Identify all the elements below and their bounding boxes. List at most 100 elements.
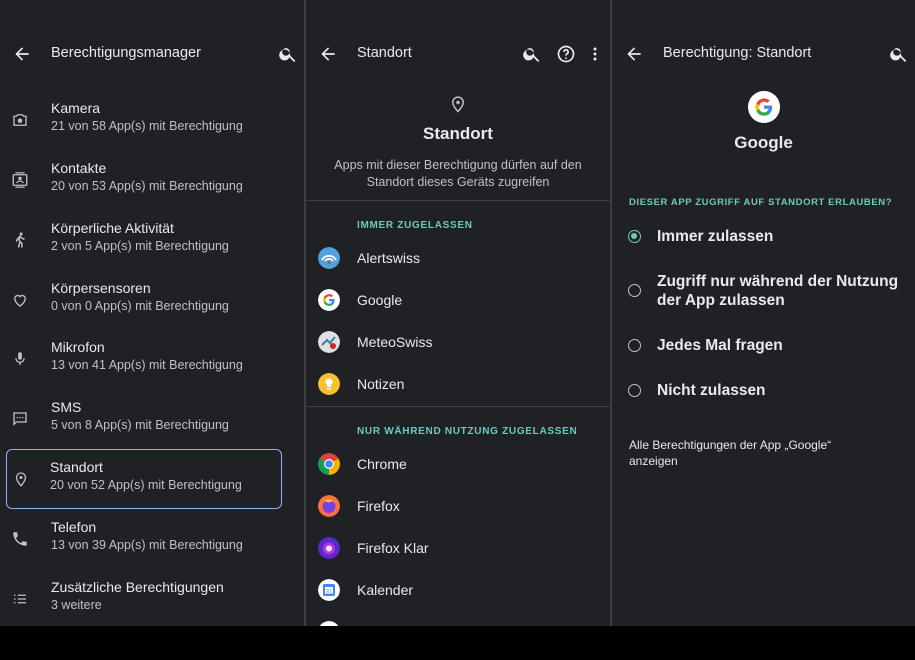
back-arrow-icon[interactable] xyxy=(624,44,644,64)
permission-count: 5 von 8 App(s) mit Berechtigung xyxy=(51,418,229,432)
permission-count: 20 von 52 App(s) mit Berechtigung xyxy=(50,478,242,492)
page-title: Berechtigungsmanager xyxy=(51,45,201,61)
app-row-firefox-klar[interactable]: Firefox Klar xyxy=(306,528,610,568)
permission-title: Körpersensoren xyxy=(51,280,151,296)
app-name: Chrome xyxy=(357,456,407,472)
radio-option-ask-every-time[interactable]: Jedes Mal fragen xyxy=(612,336,915,358)
list-icon xyxy=(14,594,26,604)
firefox-focus-icon xyxy=(318,537,340,559)
permission-item-microphone[interactable]: Mikrofon 13 von 41 App(s) mit Berechtigu… xyxy=(6,330,282,390)
permission-title: Telefon xyxy=(51,519,97,535)
google-icon xyxy=(748,91,780,123)
app-location-permission-panel: Berechtigung: Standort Google DIESER APP… xyxy=(612,0,915,626)
permission-count: 20 von 53 App(s) mit Berechtigung xyxy=(51,179,243,193)
heart-icon xyxy=(14,294,26,307)
phone-icon xyxy=(13,532,27,546)
app-row-alertswiss[interactable]: Alertswiss xyxy=(306,238,610,278)
permission-item-contacts[interactable]: Kontakte 20 von 53 App(s) mit Berechtigu… xyxy=(6,151,282,211)
permission-heading: Standort xyxy=(423,124,493,143)
meteoswiss-icon xyxy=(318,331,340,353)
permission-count: 13 von 41 App(s) mit Berechtigung xyxy=(51,358,243,372)
divider xyxy=(306,406,610,407)
radio-label: Nicht zulassen xyxy=(657,382,766,399)
permission-item-camera[interactable]: Kamera 21 von 58 App(s) mit Berechtigung xyxy=(6,91,282,151)
radio-button[interactable] xyxy=(628,284,641,297)
app-row-meteoswiss[interactable]: MeteoSwiss xyxy=(306,322,610,362)
app-name: Alertswiss xyxy=(357,250,421,266)
camera-icon xyxy=(13,114,27,126)
radio-button-checked[interactable] xyxy=(628,230,641,243)
alertswiss-icon xyxy=(318,247,340,269)
radio-button[interactable] xyxy=(628,384,641,397)
microphone-icon xyxy=(15,352,25,365)
app-row-partial[interactable] xyxy=(306,612,610,626)
permission-item-additional[interactable]: Zusätzliche Berechtigungen 3 weitere xyxy=(6,570,282,626)
radio-label: Jedes Mal fragen xyxy=(657,337,783,354)
help-icon[interactable] xyxy=(556,44,576,64)
search-icon[interactable] xyxy=(522,44,542,64)
page-title: Berechtigung: Standort xyxy=(663,45,812,61)
app-name: Firefox Klar xyxy=(357,540,429,556)
permission-item-sms[interactable]: SMS 5 von 8 App(s) mit Berechtigung xyxy=(6,390,282,450)
permission-count: 3 weitere xyxy=(51,598,102,612)
search-icon[interactable] xyxy=(278,44,298,64)
section-header: DIESER APP ZUGRIFF AUF STANDORT ERLAUBEN… xyxy=(629,197,893,208)
permission-count: 0 von 0 App(s) mit Berechtigung xyxy=(51,299,229,313)
radio-label: Zugriff nur während der Nutzung der App … xyxy=(657,273,899,309)
location-icon xyxy=(15,472,27,487)
permission-title: Mikrofon xyxy=(51,339,105,355)
permission-manager-panel: Berechtigungsmanager Kamera 21 von 58 Ap… xyxy=(0,0,304,626)
sms-icon xyxy=(13,412,27,426)
permission-title: SMS xyxy=(51,399,82,415)
app-name: MeteoSwiss xyxy=(357,334,433,350)
walking-icon xyxy=(15,232,25,248)
permission-title: Körperliche Aktivität xyxy=(51,220,174,236)
radio-option-always[interactable]: Immer zulassen xyxy=(612,226,915,248)
search-icon[interactable] xyxy=(889,44,909,64)
app-row-notizen[interactable]: Notizen xyxy=(306,364,610,404)
permission-title: Kontakte xyxy=(51,160,107,176)
notes-icon xyxy=(318,373,340,395)
app-row-google[interactable]: Google xyxy=(306,280,610,320)
radio-button[interactable] xyxy=(628,339,641,352)
divider xyxy=(306,200,610,201)
section-header-always: IMMER ZUGELASSEN xyxy=(357,220,473,231)
contacts-icon xyxy=(12,172,28,188)
permission-title: Kamera xyxy=(51,100,101,116)
permission-title: Standort xyxy=(50,459,103,475)
app-name: Google xyxy=(357,292,403,308)
firefox-icon xyxy=(318,495,340,517)
permission-title: Zusätzliche Berechtigungen xyxy=(51,579,224,595)
radio-option-deny[interactable]: Nicht zulassen xyxy=(612,381,915,403)
app-name: Kalender xyxy=(357,582,414,598)
page-title: Standort xyxy=(357,45,412,61)
app-name: Google xyxy=(734,133,793,152)
app-bar: Standort xyxy=(306,0,610,108)
app-row-firefox[interactable]: Firefox xyxy=(306,486,610,526)
app-row-kalender[interactable]: 31 Kalender xyxy=(306,570,610,610)
back-arrow-icon[interactable] xyxy=(318,44,338,64)
permission-item-body-sensors[interactable]: Körpersensoren 0 von 0 App(s) mit Berech… xyxy=(6,271,282,331)
radio-option-while-using[interactable]: Zugriff nur während der Nutzung der App … xyxy=(612,272,915,312)
google-icon xyxy=(318,289,340,311)
permission-count: 2 von 5 App(s) mit Berechtigung xyxy=(51,239,229,253)
back-arrow-icon[interactable] xyxy=(12,44,32,64)
chrome-icon xyxy=(318,453,340,475)
permission-item-physical-activity[interactable]: Körperliche Aktivität 2 von 5 App(s) mit… xyxy=(6,211,282,271)
calendar-icon: 31 xyxy=(318,579,340,601)
app-row-chrome[interactable]: Chrome xyxy=(306,444,610,484)
location-icon xyxy=(451,96,465,113)
radio-label: Immer zulassen xyxy=(657,228,774,245)
location-permission-panel: Standort Standort Apps mit dieser Berech… xyxy=(306,0,610,626)
app-name: Firefox xyxy=(357,498,400,514)
permission-item-location[interactable]: Standort 20 von 52 App(s) mit Berechtigu… xyxy=(6,449,282,509)
svg-text:31: 31 xyxy=(326,589,333,595)
permission-item-phone[interactable]: Telefon 13 von 39 App(s) mit Berechtigun… xyxy=(6,510,282,570)
section-header-while-using: NUR WÄHREND NUTZUNG ZUGELASSEN xyxy=(357,426,578,437)
permission-count: 13 von 39 App(s) mit Berechtigung xyxy=(51,538,243,552)
bottom-bar xyxy=(0,626,915,660)
app-name: Notizen xyxy=(357,376,405,392)
more-vert-icon[interactable] xyxy=(585,44,605,64)
permission-count: 21 von 58 App(s) mit Berechtigung xyxy=(51,119,243,133)
all-permissions-link[interactable]: Alle Berechtigungen der App „Google“ anz… xyxy=(629,437,869,469)
